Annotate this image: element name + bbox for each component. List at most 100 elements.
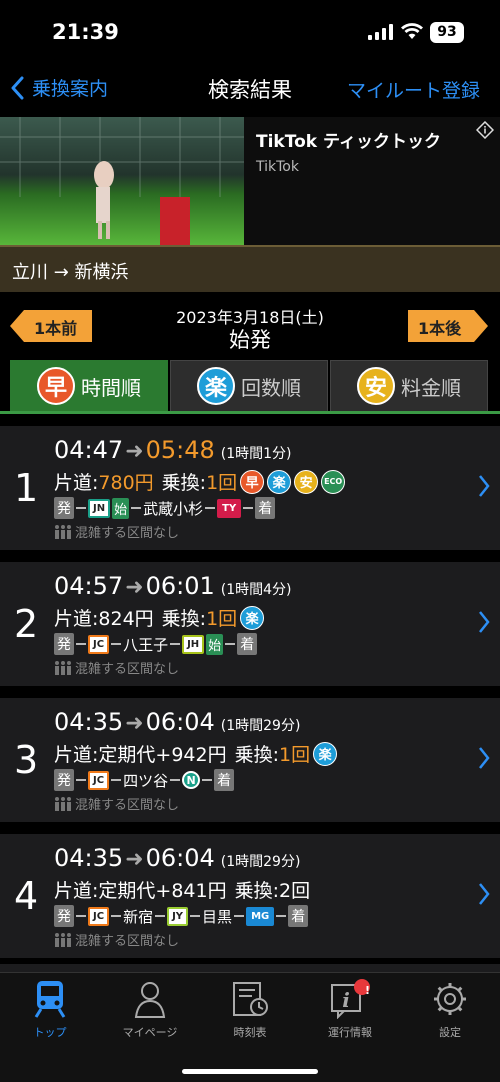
tab-transfer-order-label: 回数順 — [241, 375, 301, 400]
route-line: 発 JC 四ツ谷 N 着 — [54, 769, 235, 791]
result-row-2[interactable]: 2 04:57 ➜ 06:01 (1時間4分) 片道: 824円 乗換: 1回 … — [0, 562, 500, 686]
transfer-label: 乗換: — [161, 472, 207, 494]
easy-badge-icon: 楽 — [313, 741, 338, 766]
transfer-count: 1回 — [279, 744, 311, 766]
date-navigation: 1本前 2023年3月18日(土) 始発 1本後 — [0, 300, 500, 356]
result-row-1[interactable]: 1 04:47 ➜ 05:48 (1時間1分) 片道: 780円 乗換: 1回 … — [0, 426, 500, 550]
line-code-n: N — [182, 771, 201, 789]
tab-transfer-order[interactable]: 楽 回数順 — [170, 360, 328, 412]
ad-info-icon[interactable] — [476, 121, 494, 139]
crowd-text: 混雑する区間なし — [75, 662, 180, 677]
arrow-right-icon: ➜ — [125, 439, 144, 464]
tabbar-service-info[interactable]: i ! 運行情報 — [310, 979, 390, 1040]
line-code-jy: JY — [167, 906, 189, 926]
arrive-time: 06:01 — [145, 572, 215, 600]
train-icon — [34, 981, 66, 1018]
transfer-label: 乗換: — [161, 608, 207, 630]
transfer-station: 四ツ谷 — [123, 771, 169, 790]
people-icon — [55, 932, 71, 947]
fast-badge-icon: 早 — [240, 469, 265, 494]
gear-icon — [434, 983, 466, 1015]
transfer-label: 乗換: — [234, 744, 279, 766]
fare-info: 片道: 824円 乗換: 1回 楽 — [54, 604, 265, 631]
ad-banner[interactable]: TikTok ティックトック TikTok — [0, 117, 500, 245]
ad-thumbnail — [0, 117, 244, 245]
eco-badge-icon: ECO — [321, 469, 346, 494]
easy-badge-icon: 楽 — [240, 605, 265, 630]
crowd-info: 混雑する区間なし — [54, 522, 179, 541]
cheap-badge-icon: 安 — [294, 469, 319, 494]
result-row-3[interactable]: 3 04:35 ➜ 06:04 (1時間29分) 片道: 定期代+942円 乗換… — [0, 698, 500, 822]
transfer-count: 2回 — [279, 880, 311, 902]
tabbar-mypage-label: マイページ — [122, 1026, 178, 1039]
arrive-time: 06:04 — [145, 844, 215, 872]
route-line: 発 JC 八王子 JH 始 着 — [54, 633, 258, 655]
tabbar-timetable[interactable]: 時刻表 — [210, 979, 290, 1040]
transfer-station-1: 新宿 — [123, 907, 154, 926]
line-code-jc: JC — [88, 770, 110, 790]
route-line: 発 JC 新宿 JY 目黒 MG 着 — [54, 905, 309, 927]
transfer-station-2: 目黒 — [202, 907, 233, 926]
tab-fare-order-label: 料金順 — [401, 375, 461, 400]
arrow-right-icon: ➜ — [125, 847, 144, 872]
fast-icon: 早 — [37, 367, 75, 405]
transfer-count: 1回 — [206, 472, 238, 494]
tabbar-mypage[interactable]: マイページ — [110, 979, 190, 1040]
depart-time: 04:57 — [54, 572, 124, 600]
fare-label: 片道: — [54, 744, 99, 766]
ad-title: TikTok ティックトック — [256, 132, 441, 152]
people-icon — [55, 660, 71, 675]
fare-label: 片道: — [54, 472, 99, 494]
alert-badge: ! — [365, 984, 371, 997]
arrive-marker: 着 — [214, 769, 235, 791]
home-indicator — [182, 1069, 318, 1074]
chevron-right-icon — [479, 747, 490, 769]
tab-fare-order[interactable]: 安 料金順 — [330, 360, 488, 412]
depart-marker: 発 — [54, 633, 74, 655]
tab-time-order[interactable]: 早 時間順 — [10, 360, 168, 412]
fare-info: 片道: 定期代+942円 乗換: 1回 楽 — [54, 740, 338, 767]
route-summary: 立川 → 新横浜 — [0, 245, 500, 292]
duration: (1時間1分) — [220, 446, 292, 462]
tabbar-top-label: トップ — [33, 1026, 67, 1039]
arrive-time: 06:04 — [145, 708, 215, 736]
nav-bar: 乗換案内 検索結果 マイルート登録 — [0, 64, 500, 116]
result-row-4[interactable]: 4 04:35 ➜ 06:04 (1時間29分) 片道: 定期代+841円 乗換… — [0, 834, 500, 958]
depart-marker: 発 — [54, 905, 74, 927]
result-times: 04:35 ➜ 06:04 (1時間29分) — [54, 708, 300, 736]
result-number: 3 — [14, 738, 39, 782]
result-times: 04:57 ➜ 06:01 (1時間4分) — [54, 572, 292, 600]
first-station-marker: 始 — [206, 633, 224, 655]
easy-badge-icon: 楽 — [267, 469, 292, 494]
status-time: 21:39 — [52, 20, 119, 44]
timetable-icon — [233, 982, 268, 1016]
next-train-button[interactable]: 1本後 — [408, 310, 488, 342]
fare-info: 片道: 780円 乗換: 1回 早 楽 安 ECO — [54, 468, 346, 495]
tabbar-top[interactable]: トップ — [10, 979, 90, 1040]
next-train-label: 1本後 — [418, 319, 462, 338]
result-times: 04:47 ➜ 05:48 (1時間1分) — [54, 436, 292, 464]
result-number: 1 — [14, 466, 39, 510]
arrow-right-icon: ➜ — [125, 575, 144, 600]
arrive-marker: 着 — [255, 497, 276, 519]
line-code-mg: MG — [246, 906, 275, 926]
chevron-right-icon — [479, 883, 490, 905]
result-number: 2 — [14, 602, 39, 646]
people-icon — [55, 524, 71, 539]
transfer-station: 八王子 — [123, 635, 169, 654]
arrow-right-icon: ➜ — [125, 711, 144, 736]
tabbar-settings[interactable]: 設定 — [410, 979, 490, 1040]
battery-indicator: 93 — [430, 22, 464, 43]
fare-value: 定期代+841円 — [98, 880, 227, 902]
sort-tabs: 早 時間順 楽 回数順 安 料金順 — [10, 360, 488, 412]
easy-icon: 楽 — [197, 367, 235, 405]
svg-text:i: i — [342, 988, 350, 1012]
result-times: 04:35 ➜ 06:04 (1時間29分) — [54, 844, 300, 872]
result-number: 4 — [14, 874, 39, 918]
my-route-register-button[interactable]: マイルート登録 — [347, 76, 480, 103]
person-icon — [134, 982, 166, 1018]
people-icon — [55, 796, 71, 811]
chevron-right-icon — [479, 611, 490, 633]
wifi-icon — [401, 23, 423, 39]
crowd-info: 混雑する区間なし — [54, 930, 179, 949]
